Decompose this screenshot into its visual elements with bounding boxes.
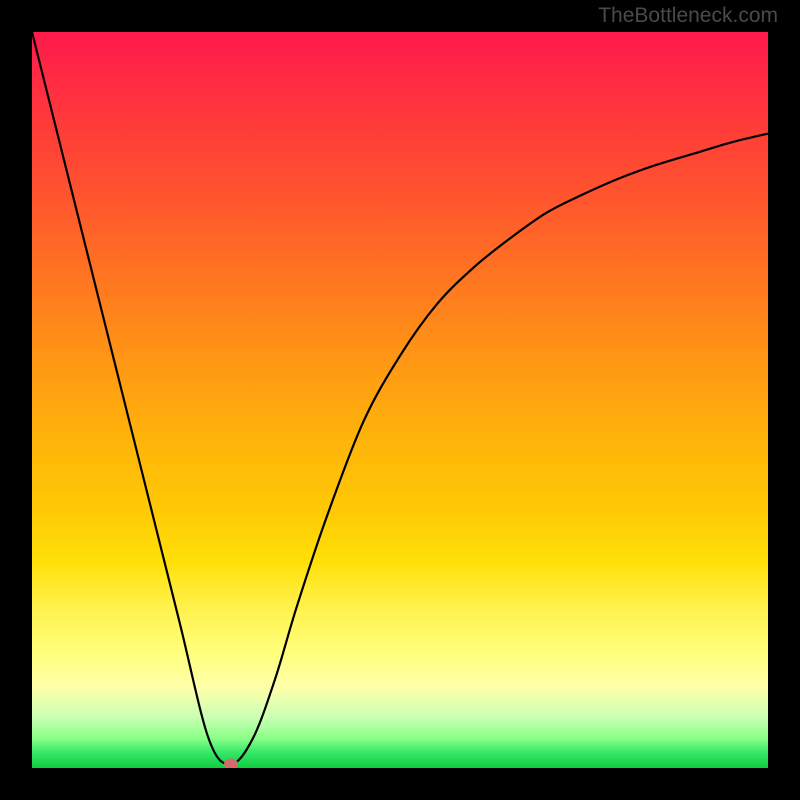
chart-container: TheBottleneck.com bbox=[0, 0, 800, 800]
bottleneck-curve bbox=[32, 32, 768, 768]
watermark-text: TheBottleneck.com bbox=[598, 4, 778, 28]
plot-area bbox=[32, 32, 768, 768]
optimal-point-marker bbox=[224, 759, 238, 768]
